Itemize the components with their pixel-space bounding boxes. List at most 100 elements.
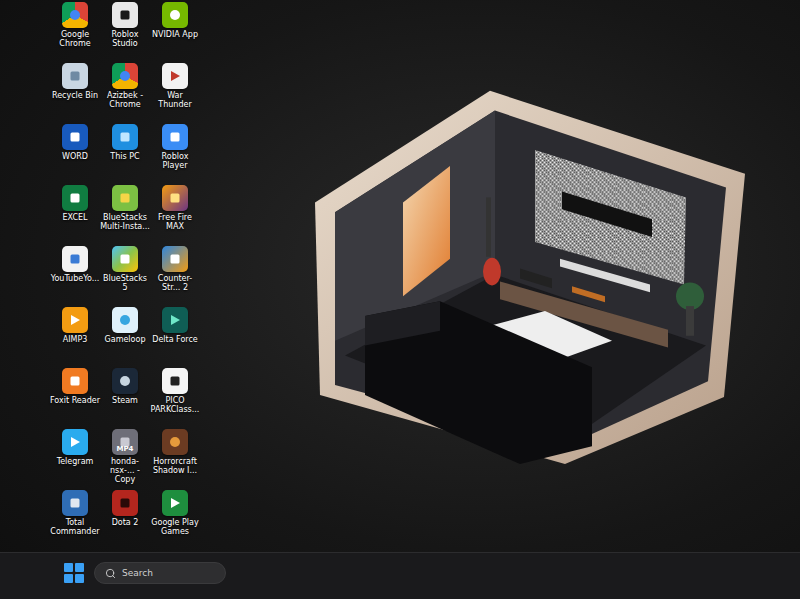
app-glyph-icon [118, 8, 132, 22]
app-glyph-icon [68, 374, 82, 388]
desktop-icon[interactable]: MP4 honda-nsx-... - Copy [100, 429, 150, 490]
desktop-icon[interactable]: Google Play Games [150, 490, 200, 551]
desktop-icon[interactable]: EXCEL [50, 185, 100, 246]
app-glyph-icon [68, 8, 82, 22]
app-glyph-icon [118, 69, 132, 83]
desktop-icon-label: BlueStacks 5 [100, 275, 150, 293]
app-glyph-icon [168, 435, 182, 449]
app-icon: MP4 [112, 429, 138, 455]
windows-logo-icon[interactable] [64, 563, 84, 583]
desktop-icon[interactable]: BlueStacks 5 [100, 246, 150, 307]
desktop-icon[interactable]: Gameloop [100, 307, 150, 368]
desktop-icon-label: Steam [100, 397, 150, 406]
app-glyph-icon [168, 496, 182, 510]
desktop-icon-label: Foxit Reader [50, 397, 100, 406]
desktop-icon[interactable]: Foxit Reader [50, 368, 100, 429]
app-glyph-icon [118, 252, 132, 266]
app-glyph-icon [68, 191, 82, 205]
app-icon [112, 490, 138, 516]
search-field[interactable]: Search [94, 562, 226, 584]
desktop-icon[interactable]: YouTubeYo... [50, 246, 100, 307]
desktop-icon[interactable]: AIMP3 [50, 307, 100, 368]
desktop-icon-label: Dota 2 [100, 519, 150, 528]
app-glyph-icon [118, 313, 132, 327]
desktop-icon[interactable]: This PC [100, 124, 150, 185]
app-glyph-icon [68, 313, 82, 327]
app-glyph-icon [168, 374, 182, 388]
desktop-icon[interactable]: War Thunder [150, 63, 200, 124]
app-icon [62, 63, 88, 89]
desktop-icon-label: PICO PARKClass... [150, 397, 200, 415]
desktop-icon-label: Roblox Studio [100, 31, 150, 49]
desktop-icon-label: Counter-Str... 2 [150, 275, 200, 293]
app-icon [112, 124, 138, 150]
desktop-icon[interactable]: Dota 2 [100, 490, 150, 551]
desktop-icon[interactable]: Counter-Str... 2 [150, 246, 200, 307]
app-glyph-icon [68, 435, 82, 449]
app-icon [162, 185, 188, 211]
desktop-icon[interactable]: Total Commander [50, 490, 100, 551]
desktop-icon[interactable]: Steam [100, 368, 150, 429]
app-icon [62, 368, 88, 394]
app-icon [62, 124, 88, 150]
search-icon [105, 568, 116, 579]
app-glyph-icon [168, 130, 182, 144]
desktop-icon-label: Free Fire MAX [150, 214, 200, 232]
desktop-icon-label: honda-nsx-... - Copy [100, 458, 150, 484]
desktop-icon[interactable]: Roblox Player [150, 124, 200, 185]
desktop-icon[interactable]: Recycle Bin [50, 63, 100, 124]
desktop-icon[interactable]: Azizbek - Chrome [100, 63, 150, 124]
desktop-icon-label: Google Play Games [150, 519, 200, 537]
desktop-icon[interactable]: PICO PARKClass... [150, 368, 200, 429]
app-icon [62, 185, 88, 211]
app-icon [162, 429, 188, 455]
desktop-icon[interactable]: Roblox Studio [100, 2, 150, 63]
desktop-icon-label: Roblox Player [150, 153, 200, 171]
desktop-icon[interactable]: Free Fire MAX [150, 185, 200, 246]
app-glyph-icon [168, 69, 182, 83]
desktop-icon-label: Total Commander [50, 519, 100, 537]
app-icon [62, 307, 88, 333]
desktop-screen: Google Chrome Recycle Bin WORD EXCEL YouTube… [0, 0, 800, 599]
app-icon [112, 368, 138, 394]
app-glyph-icon [68, 496, 82, 510]
app-icon [112, 185, 138, 211]
app-icon [162, 2, 188, 28]
file-badge: MP4 [114, 446, 136, 453]
app-glyph-icon [68, 130, 82, 144]
desktop-icon[interactable]: BlueStacks Multi-Insta... [100, 185, 150, 246]
app-glyph-icon [118, 496, 132, 510]
desktop-icon-label: WORD [50, 153, 100, 162]
desktop-icon-label: This PC [100, 153, 150, 162]
app-glyph-icon [168, 313, 182, 327]
app-icon [112, 246, 138, 272]
app-glyph-icon [168, 8, 182, 22]
desktop-icon-label: Azizbek - Chrome [100, 92, 150, 110]
app-glyph-icon [168, 252, 182, 266]
app-icon [62, 246, 88, 272]
desktop-icon-label: NVIDIA App [150, 31, 200, 40]
app-icon [162, 124, 188, 150]
desktop-icon-grid: Google Chrome Recycle Bin WORD EXCEL YouTube… [0, 0, 800, 551]
desktop-icon-label: Google Chrome [50, 31, 100, 49]
desktop-icon-label: EXCEL [50, 214, 100, 223]
app-icon [162, 63, 188, 89]
app-glyph-icon [68, 69, 82, 83]
app-glyph-icon [118, 130, 132, 144]
app-icon [162, 246, 188, 272]
desktop-icon[interactable]: Telegram [50, 429, 100, 490]
desktop-icon[interactable]: Horrorcraft Shadow I... [150, 429, 200, 490]
desktop-icon-label: Recycle Bin [50, 92, 100, 101]
desktop-icon[interactable]: NVIDIA App [150, 2, 200, 63]
desktop-icon[interactable]: Delta Force [150, 307, 200, 368]
desktop-icon[interactable]: WORD [50, 124, 100, 185]
desktop-icon-label: AIMP3 [50, 336, 100, 345]
desktop: Google Chrome Recycle Bin WORD EXCEL YouTube… [0, 0, 800, 552]
app-icon [112, 2, 138, 28]
app-icon [112, 63, 138, 89]
desktop-icon-label: Delta Force [150, 336, 200, 345]
desktop-icon[interactable]: Google Chrome [50, 2, 100, 63]
desktop-icon-label: Telegram [50, 458, 100, 467]
app-glyph-icon [168, 191, 182, 205]
app-icon [62, 490, 88, 516]
